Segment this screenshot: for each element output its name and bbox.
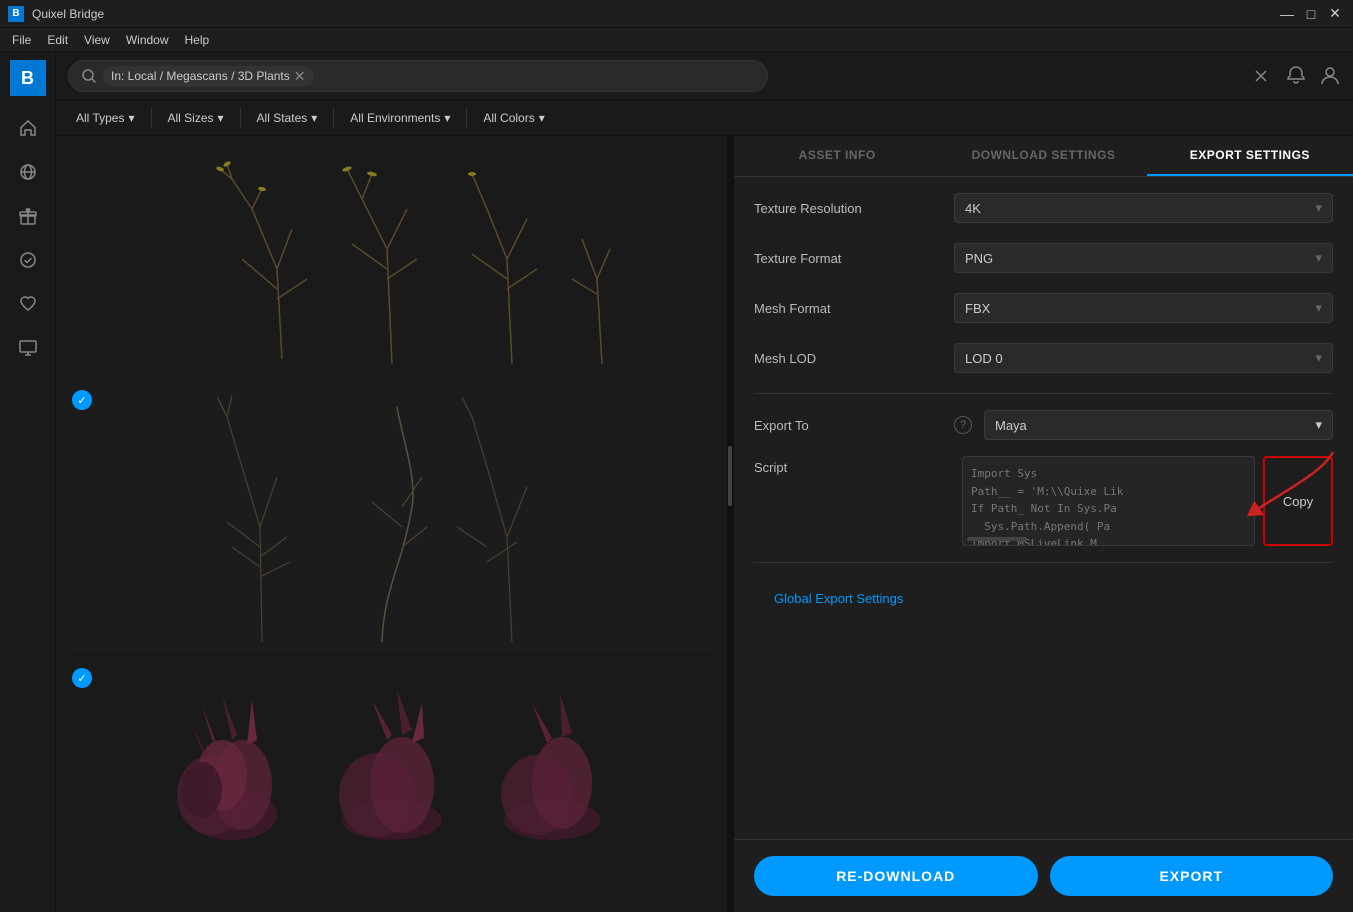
asset-item-3[interactable]: ✓ <box>64 660 719 850</box>
notification-icon[interactable] <box>1285 64 1307 89</box>
export-to-arrow: ▾ <box>1315 417 1322 433</box>
export-to-label: Export To <box>754 418 954 433</box>
filter-types[interactable]: All Types ▾ <box>68 107 143 129</box>
plant-svg-2 <box>132 387 652 647</box>
export-to-select[interactable]: Maya ▾ <box>984 410 1333 440</box>
export-button[interactable]: EXPORT <box>1050 856 1334 896</box>
search-input[interactable] <box>320 69 756 84</box>
menu-view[interactable]: View <box>76 31 118 49</box>
search-bar: In: Local / Megascans / 3D Plants ✕ <box>56 52 1353 101</box>
asset-preview-2 <box>64 382 719 652</box>
script-label: Script <box>754 456 954 475</box>
global-export-settings-link[interactable]: Global Export Settings <box>754 579 1333 618</box>
close-button[interactable]: ✕ <box>1325 6 1345 22</box>
help-icon[interactable]: ? <box>954 416 972 434</box>
menu-help[interactable]: Help <box>177 31 218 49</box>
panel-bottom: RE-DOWNLOAD EXPORT <box>734 839 1353 912</box>
titlebar: B Quixel Bridge — □ ✕ <box>0 0 1353 28</box>
filter-sizes[interactable]: All Sizes ▾ <box>160 107 232 129</box>
content-area: In: Local / Megascans / 3D Plants ✕ <box>56 52 1353 912</box>
panel-content: Texture Resolution 4K ▾ Texture Format P… <box>734 177 1353 839</box>
sidebar-item-globe[interactable] <box>8 152 48 192</box>
search-tag: In: Local / Megascans / 3D Plants ✕ <box>103 66 314 87</box>
mesh-lod-label: Mesh LOD <box>754 351 954 366</box>
close-search-icon[interactable] <box>1249 64 1273 88</box>
mesh-lod-arrow: ▾ <box>1315 350 1322 366</box>
script-scrollbar[interactable] <box>967 537 1027 541</box>
export-to-row: Export To ? Maya ▾ <box>754 410 1333 440</box>
texture-resolution-row: Texture Resolution 4K ▾ <box>754 193 1333 223</box>
asset-grid[interactable]: ✓ <box>56 136 727 912</box>
sidebar-item-heart[interactable] <box>8 284 48 324</box>
tab-download-settings[interactable]: DOWNLOAD SETTINGS <box>940 136 1146 176</box>
app-layout: B <box>0 52 1353 912</box>
app-icon: B <box>8 6 24 22</box>
asset-check-3: ✓ <box>72 668 92 688</box>
mesh-format-row: Mesh Format FBX ▾ <box>754 293 1333 323</box>
filter-divider-2 <box>240 108 241 128</box>
scrollbar-thumb <box>728 446 732 506</box>
search-icon <box>81 68 97 84</box>
filter-divider-1 <box>151 108 152 128</box>
divider-2 <box>754 562 1333 563</box>
texture-format-label: Texture Format <box>754 251 954 266</box>
texture-resolution-select[interactable]: 4K ▾ <box>954 193 1333 223</box>
asset-preview-3 <box>64 660 719 850</box>
minimize-button[interactable]: — <box>1277 6 1297 22</box>
script-row: Script Import Sys Path__ = 'M:\\Quixe Li… <box>754 456 1333 546</box>
maximize-button[interactable]: □ <box>1301 6 1321 22</box>
redownload-button[interactable]: RE-DOWNLOAD <box>754 856 1038 896</box>
mesh-format-arrow: ▾ <box>1315 300 1322 316</box>
asset-preview-1 <box>64 144 719 374</box>
divider-1 <box>754 393 1333 394</box>
mesh-format-select[interactable]: FBX ▾ <box>954 293 1333 323</box>
menubar: File Edit View Window Help <box>0 28 1353 52</box>
texture-resolution-label: Texture Resolution <box>754 201 954 216</box>
plant-svg-1 <box>132 149 652 369</box>
texture-resolution-arrow: ▾ <box>1315 200 1322 216</box>
copy-button[interactable]: Copy <box>1263 456 1333 546</box>
plant-svg-3 <box>132 665 652 845</box>
sidebar-logo: B <box>10 60 46 96</box>
texture-format-select[interactable]: PNG ▾ <box>954 243 1333 273</box>
sidebar-item-monitor[interactable] <box>8 328 48 368</box>
search-right-icons <box>1249 64 1341 89</box>
window-controls: — □ ✕ <box>1277 6 1345 22</box>
mesh-lod-select[interactable]: LOD 0 ▾ <box>954 343 1333 373</box>
sidebar-item-home[interactable] <box>8 108 48 148</box>
texture-format-row: Texture Format PNG ▾ <box>754 243 1333 273</box>
filter-bar: All Types ▾ All Sizes ▾ All States ▾ All… <box>56 101 1353 136</box>
tab-asset-info[interactable]: ASSET INFO <box>734 136 940 176</box>
search-box[interactable]: In: Local / Megascans / 3D Plants ✕ <box>68 60 768 92</box>
sidebar: B <box>0 52 56 912</box>
filter-environments[interactable]: All Environments ▾ <box>342 107 458 129</box>
sidebar-item-check[interactable] <box>8 240 48 280</box>
search-tag-close[interactable]: ✕ <box>294 68 306 85</box>
mesh-format-label: Mesh Format <box>754 301 954 316</box>
vertical-scrollbar[interactable] <box>727 136 733 912</box>
filter-divider-4 <box>466 108 467 128</box>
main-content: ✓ <box>56 136 1353 912</box>
tab-export-settings[interactable]: EXPORT SETTINGS <box>1147 136 1353 176</box>
app-title: Quixel Bridge <box>32 7 104 21</box>
asset-item-2[interactable]: ✓ <box>64 382 719 652</box>
menu-file[interactable]: File <box>4 31 39 49</box>
filter-states[interactable]: All States ▾ <box>249 107 326 129</box>
menu-edit[interactable]: Edit <box>39 31 76 49</box>
texture-format-arrow: ▾ <box>1315 250 1322 266</box>
filter-divider-3 <box>333 108 334 128</box>
script-content: Import Sys Path__ = 'M:\\Quixe Lik If Pa… <box>971 465 1246 546</box>
sidebar-item-gift[interactable] <box>8 196 48 236</box>
mesh-lod-row: Mesh LOD LOD 0 ▾ <box>754 343 1333 373</box>
asset-check-2: ✓ <box>72 390 92 410</box>
filter-colors[interactable]: All Colors ▾ <box>475 107 552 129</box>
right-panel: ASSET INFO DOWNLOAD SETTINGS EXPORT SETT… <box>733 136 1353 912</box>
asset-item-1[interactable] <box>64 144 719 374</box>
user-icon[interactable] <box>1319 64 1341 89</box>
panel-tabs: ASSET INFO DOWNLOAD SETTINGS EXPORT SETT… <box>734 136 1353 177</box>
script-box: Import Sys Path__ = 'M:\\Quixe Lik If Pa… <box>962 456 1255 546</box>
menu-window[interactable]: Window <box>118 31 177 49</box>
